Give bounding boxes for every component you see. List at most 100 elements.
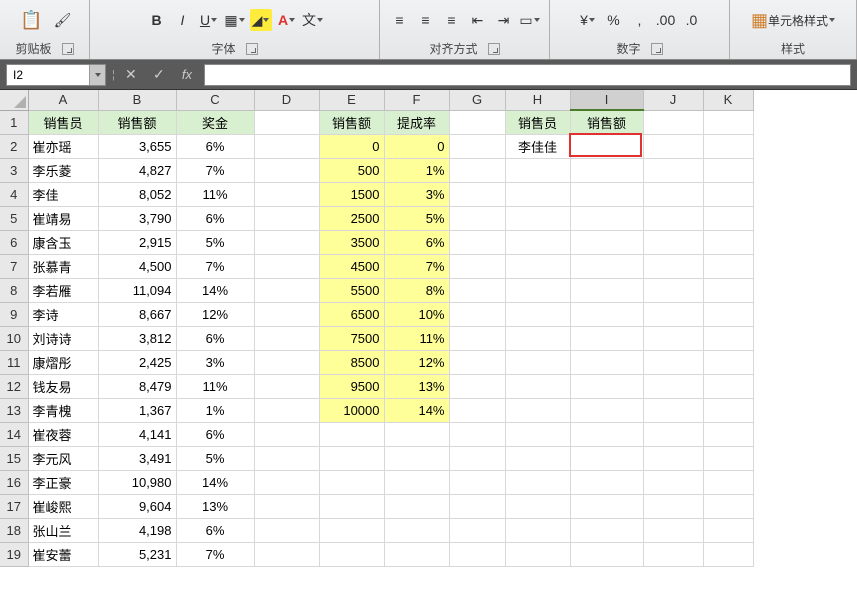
cell[interactable]: 崔峻熙 xyxy=(28,494,98,518)
fx-icon[interactable]: fx xyxy=(176,67,198,82)
cell[interactable] xyxy=(703,206,753,230)
cell[interactable] xyxy=(254,254,319,278)
cell[interactable] xyxy=(643,374,703,398)
cell[interactable] xyxy=(449,134,505,158)
cell[interactable] xyxy=(505,470,570,494)
cell[interactable] xyxy=(254,206,319,230)
cell[interactable] xyxy=(505,326,570,350)
cell[interactable] xyxy=(643,158,703,182)
cell[interactable]: 2500 xyxy=(319,206,384,230)
indent-increase-icon[interactable]: ⇥ xyxy=(493,9,515,31)
cell[interactable]: 5% xyxy=(384,206,449,230)
cell[interactable] xyxy=(703,110,753,134)
cell[interactable] xyxy=(505,278,570,302)
currency-icon[interactable]: ¥ xyxy=(577,9,599,31)
cell[interactable] xyxy=(703,326,753,350)
dialog-launcher-icon[interactable] xyxy=(488,43,500,55)
cell[interactable]: 李佳佳 xyxy=(505,134,570,158)
cell[interactable]: 李若雁 xyxy=(28,278,98,302)
cell[interactable] xyxy=(570,278,643,302)
cell[interactable]: 张慕青 xyxy=(28,254,98,278)
cell[interactable]: 6% xyxy=(176,134,254,158)
column-header[interactable]: K xyxy=(703,90,753,110)
cell[interactable]: 销售额 xyxy=(98,110,176,134)
row-header[interactable]: 13 xyxy=(0,398,28,422)
cell[interactable] xyxy=(449,374,505,398)
cell[interactable] xyxy=(570,446,643,470)
cell[interactable]: 7% xyxy=(384,254,449,278)
align-center-icon[interactable]: ≡ xyxy=(415,9,437,31)
cell[interactable]: 11% xyxy=(384,326,449,350)
cell[interactable]: 4,500 xyxy=(98,254,176,278)
cell[interactable]: 李正豪 xyxy=(28,470,98,494)
cell[interactable]: 5% xyxy=(176,230,254,254)
cell[interactable] xyxy=(570,254,643,278)
cancel-icon[interactable]: ✕ xyxy=(120,64,142,86)
cell[interactable] xyxy=(703,134,753,158)
cell[interactable] xyxy=(505,422,570,446)
cell[interactable] xyxy=(643,398,703,422)
cell[interactable] xyxy=(643,542,703,566)
cell[interactable]: 8500 xyxy=(319,350,384,374)
cell[interactable]: 6% xyxy=(176,206,254,230)
indent-decrease-icon[interactable]: ⇤ xyxy=(467,9,489,31)
row-header[interactable]: 1 xyxy=(0,110,28,134)
cell[interactable] xyxy=(505,206,570,230)
cell[interactable] xyxy=(703,158,753,182)
cell[interactable]: 5% xyxy=(176,446,254,470)
cell[interactable] xyxy=(643,422,703,446)
cell[interactable] xyxy=(505,254,570,278)
cell[interactable] xyxy=(643,230,703,254)
cell[interactable] xyxy=(570,398,643,422)
cell[interactable]: 3500 xyxy=(319,230,384,254)
row-header[interactable]: 3 xyxy=(0,158,28,182)
cell[interactable] xyxy=(703,494,753,518)
cell[interactable] xyxy=(449,254,505,278)
cell[interactable] xyxy=(570,470,643,494)
underline-icon[interactable]: U xyxy=(198,9,220,31)
row-header[interactable]: 17 xyxy=(0,494,28,518)
cell[interactable] xyxy=(254,446,319,470)
cell[interactable]: 4500 xyxy=(319,254,384,278)
column-header[interactable]: H xyxy=(505,90,570,110)
cell[interactable]: 康含玉 xyxy=(28,230,98,254)
cell[interactable] xyxy=(703,302,753,326)
cell[interactable] xyxy=(505,302,570,326)
phonetic-icon[interactable]: 文 xyxy=(302,9,324,31)
cell[interactable]: 11% xyxy=(176,374,254,398)
row-header[interactable]: 11 xyxy=(0,350,28,374)
row-header[interactable]: 2 xyxy=(0,134,28,158)
cell[interactable] xyxy=(384,494,449,518)
cell[interactable]: 14% xyxy=(176,470,254,494)
column-header[interactable]: C xyxy=(176,90,254,110)
cell[interactable] xyxy=(703,182,753,206)
cell[interactable] xyxy=(643,254,703,278)
cell[interactable]: 李佳 xyxy=(28,182,98,206)
row-header[interactable]: 6 xyxy=(0,230,28,254)
cell[interactable]: 3,790 xyxy=(98,206,176,230)
cell[interactable] xyxy=(254,374,319,398)
column-header[interactable]: A xyxy=(28,90,98,110)
cell[interactable]: 11,094 xyxy=(98,278,176,302)
row-header[interactable]: 16 xyxy=(0,470,28,494)
cell[interactable] xyxy=(643,206,703,230)
percent-icon[interactable]: % xyxy=(603,9,625,31)
align-right-icon[interactable]: ≡ xyxy=(441,9,463,31)
row-header[interactable]: 4 xyxy=(0,182,28,206)
cell[interactable]: 5500 xyxy=(319,278,384,302)
cell[interactable] xyxy=(319,494,384,518)
cell[interactable] xyxy=(254,350,319,374)
cell[interactable] xyxy=(505,398,570,422)
cell[interactable] xyxy=(643,470,703,494)
cell[interactable] xyxy=(319,470,384,494)
cell[interactable] xyxy=(254,182,319,206)
cell[interactable] xyxy=(254,158,319,182)
column-header[interactable]: F xyxy=(384,90,449,110)
cell[interactable] xyxy=(703,230,753,254)
cell[interactable] xyxy=(643,518,703,542)
cell[interactable] xyxy=(643,302,703,326)
cell[interactable] xyxy=(570,326,643,350)
cell[interactable] xyxy=(570,230,643,254)
cell[interactable] xyxy=(319,518,384,542)
cell[interactable]: 6% xyxy=(384,230,449,254)
